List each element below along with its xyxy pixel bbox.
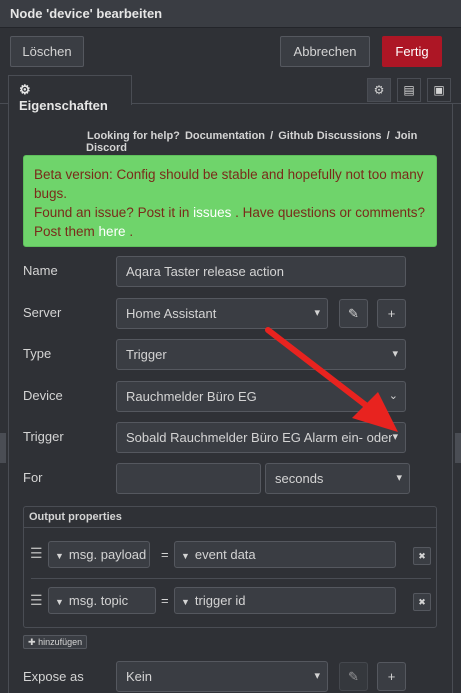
caret-down-icon: ▼	[181, 551, 190, 561]
property-value-select[interactable]: ▼ event data	[174, 541, 396, 568]
drag-handle-icon[interactable]: ☰	[30, 592, 43, 609]
caret-down-icon: ▼	[181, 597, 190, 607]
chevron-down-icon: ▾	[392, 348, 398, 360]
close-icon: ✖	[418, 597, 426, 607]
here-link[interactable]: here	[99, 224, 126, 239]
type-select-value: Trigger	[126, 347, 167, 362]
property-type-select[interactable]: ▼ msg. topic	[48, 587, 156, 614]
chevron-down-icon: ⌄	[388, 390, 398, 402]
for-unit-value: seconds	[275, 471, 324, 486]
server-select[interactable]: Home Assistant ▾	[116, 298, 328, 329]
chevron-down-icon: ▾	[314, 670, 320, 682]
property-prefix: msg.	[68, 547, 98, 562]
beta-text: Found an issue? Post it in	[34, 205, 190, 220]
help-separator: /	[386, 130, 390, 142]
device-select-value: Rauchmelder Büro EG	[126, 389, 257, 404]
caret-down-icon: ▼	[55, 597, 64, 607]
documentation-link[interactable]: Documentation	[185, 130, 265, 142]
row-divider	[31, 578, 431, 579]
help-prefix: Looking for help?	[87, 130, 180, 142]
dialog-toolbar: Löschen Abbrechen Fertig	[0, 28, 461, 74]
plus-icon: +	[387, 669, 396, 684]
server-label: Server	[23, 305, 62, 320]
beta-text: .	[129, 224, 134, 239]
plus-icon: +	[387, 306, 396, 321]
trigger-label: Trigger	[23, 429, 64, 444]
name-label: Name	[23, 263, 58, 278]
add-entity-button[interactable]: +	[377, 662, 406, 691]
gear-icon[interactable]: ⚙	[367, 78, 391, 102]
caret-down-icon: ▼	[55, 551, 64, 561]
expose-as-value: Kein	[126, 669, 153, 684]
name-input[interactable]: Aqara Taster release action	[116, 256, 406, 287]
add-server-button[interactable]: +	[377, 299, 406, 328]
property-type-select[interactable]: ▼ msg. payload	[48, 541, 150, 568]
gear-icon: ⚙	[19, 82, 31, 97]
pencil-icon: ✎	[348, 306, 359, 321]
delete-button[interactable]: Löschen	[10, 36, 84, 67]
edit-server-button[interactable]: ✎	[339, 299, 368, 328]
equals-sign: =	[161, 547, 169, 562]
pencil-icon: ✎	[348, 669, 359, 684]
device-label: Device	[23, 388, 63, 403]
close-icon: ✖	[418, 551, 426, 561]
add-property-label: hinzufügen	[38, 637, 83, 647]
property-name: topic	[100, 593, 129, 608]
chevron-down-icon: ▾	[392, 423, 398, 452]
expose-as-select[interactable]: Kein ▾	[116, 661, 328, 692]
type-select[interactable]: Trigger ▾	[116, 339, 406, 370]
server-select-value: Home Assistant	[126, 306, 217, 321]
beta-notice: Beta version: Config should be stable an…	[23, 155, 437, 247]
remove-row-button[interactable]: ✖	[413, 593, 431, 611]
help-links: Looking for help? Documentation / Github…	[86, 130, 461, 154]
for-label: For	[23, 470, 43, 485]
add-property-button[interactable]: ✚ hinzufügen	[23, 635, 88, 649]
drag-handle-icon[interactable]: ☰	[30, 545, 43, 562]
done-button[interactable]: Fertig	[382, 36, 442, 67]
tab-bar: ⚙ Eigenschaften ⚙ ▤ ▣	[0, 74, 461, 113]
for-input[interactable]	[116, 463, 261, 494]
trigger-select[interactable]: Sobald Rauchmelder Büro EG Alarm ein- od…	[116, 422, 406, 453]
property-value: trigger id	[194, 593, 246, 608]
property-name: payload	[100, 547, 147, 562]
help-separator: /	[270, 130, 274, 142]
chevron-down-icon: ▾	[396, 472, 402, 484]
description-icon[interactable]: ▤	[397, 78, 421, 102]
output-properties-title: Output properties	[24, 507, 436, 528]
resize-grip-right[interactable]	[455, 433, 461, 463]
for-unit-select[interactable]: seconds ▾	[265, 463, 410, 494]
cancel-button[interactable]: Abbrechen	[280, 36, 370, 67]
trigger-select-value: Sobald Rauchmelder Büro EG Alarm ein- od…	[126, 430, 393, 445]
property-prefix: msg.	[68, 593, 98, 608]
device-select[interactable]: Rauchmelder Büro EG ⌄	[116, 381, 406, 412]
type-label: Type	[23, 346, 52, 361]
resize-grip-left[interactable]	[0, 433, 6, 463]
dialog-title: Node 'device' bearbeiten	[0, 0, 461, 28]
tab-properties[interactable]: ⚙ Eigenschaften	[8, 75, 132, 113]
expose-as-label: Expose as	[23, 669, 84, 684]
output-properties-box: Output properties ☰ ▼ msg. payload = ▼ eve…	[23, 506, 437, 628]
chevron-down-icon: ▾	[314, 307, 320, 319]
property-value-select[interactable]: ▼ trigger id	[174, 587, 396, 614]
issues-link[interactable]: issues	[193, 205, 231, 220]
beta-text: Beta version: Config should be stable an…	[34, 167, 424, 201]
remove-row-button[interactable]: ✖	[413, 547, 431, 565]
equals-sign: =	[161, 593, 169, 608]
plus-icon: ✚	[28, 637, 36, 647]
property-value: event data	[194, 547, 256, 562]
appearance-icon[interactable]: ▣	[427, 78, 451, 102]
edit-entity-button[interactable]: ✎	[339, 662, 368, 691]
github-discussions-link[interactable]: Github Discussions	[278, 130, 381, 142]
